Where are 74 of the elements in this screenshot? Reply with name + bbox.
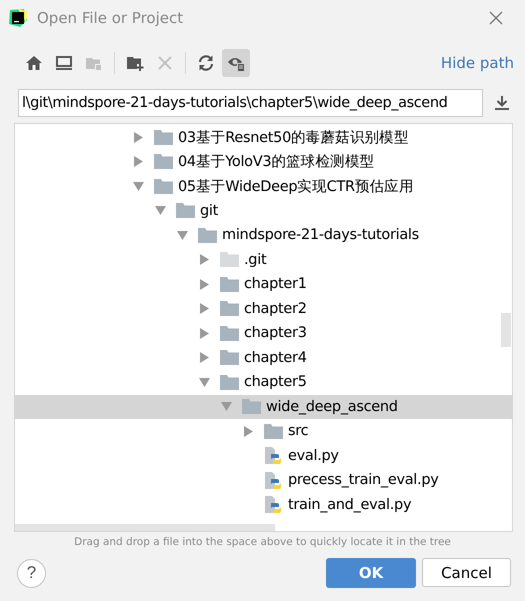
folder-icon <box>220 276 239 292</box>
folder-icon <box>176 203 195 218</box>
folder-icon <box>220 374 239 390</box>
tree-item-label: src <box>288 423 308 440</box>
collapsed-arrow-icon[interactable] <box>133 156 144 168</box>
help-button[interactable]: ? <box>17 558 46 588</box>
tree-item-label: train_and_eval.py <box>288 496 412 513</box>
folder-icon <box>242 399 261 414</box>
tree-item-label: 05基于WideDeep实现CTR预估应用 <box>178 178 414 196</box>
tree-item-label: mindspore-21-days-tutorials <box>222 227 419 244</box>
tree-item-label: chapter3 <box>244 325 307 342</box>
vertical-scrollbar[interactable] <box>501 313 511 347</box>
tree-item-label: 03基于Resnet50的毒蘑菇识别模型 <box>178 128 409 147</box>
folder-icon <box>220 301 239 316</box>
path-field[interactable]: l\git\mindspore-21-days-tutorials\chapter5\wide_deep_ascend <box>18 89 483 117</box>
expanded-arrow-icon[interactable] <box>199 376 210 388</box>
collapsed-arrow-icon[interactable] <box>133 132 144 143</box>
tree-item-label: chapter5 <box>244 374 307 390</box>
expanded-arrow-icon[interactable] <box>133 180 144 192</box>
python-file-icon <box>264 446 283 466</box>
tree-row[interactable]: eval.py <box>15 444 512 468</box>
tree-item-label: wide_deep_ascend <box>266 398 398 415</box>
collapsed-arrow-icon[interactable] <box>199 303 210 314</box>
tree-row[interactable]: wide_deep_ascend <box>15 394 512 419</box>
tree-row[interactable]: chapter5 <box>15 370 512 394</box>
tree-item-label: eval.py <box>288 448 339 464</box>
tree-row[interactable]: git <box>15 198 512 223</box>
download-icon[interactable] <box>495 95 509 111</box>
tree-item-label: 04基于YoloV3的篮球检测模型 <box>178 153 374 172</box>
tree-row[interactable]: 04基于YoloV3的篮球检测模型 <box>15 150 512 174</box>
horizontal-scrollbar[interactable] <box>15 524 275 531</box>
tree-row[interactable]: 05基于WideDeep实现CTR预估应用 <box>15 174 512 198</box>
close-icon[interactable] <box>489 11 503 25</box>
tree-row[interactable]: chapter4 <box>15 346 512 370</box>
hint-text: Drag and drop a file into the space above to quickly locate it in the tree <box>73 536 452 548</box>
expanded-arrow-icon[interactable] <box>221 401 232 412</box>
tree-item-label: git <box>200 202 218 219</box>
collapsed-arrow-icon[interactable] <box>199 278 210 290</box>
cancel-button[interactable]: Cancel <box>422 558 511 587</box>
folder-icon <box>154 154 173 170</box>
show-hidden-icon[interactable] <box>222 49 250 77</box>
tree-row[interactable]: chapter3 <box>15 321 512 346</box>
expanded-arrow-icon[interactable] <box>177 230 188 241</box>
window-title: Open File or Project <box>37 9 184 27</box>
tree-row[interactable]: .git <box>15 248 512 272</box>
collapsed-arrow-icon[interactable] <box>243 426 254 437</box>
collapsed-arrow-icon[interactable] <box>199 254 210 266</box>
expanded-arrow-icon[interactable] <box>155 205 166 216</box>
folder-icon <box>220 326 239 341</box>
tree-row[interactable]: src <box>15 419 512 444</box>
tree-row[interactable]: train_and_eval.py <box>15 492 512 517</box>
folder-icon <box>154 130 173 145</box>
folder-icon <box>264 424 283 439</box>
collapsed-arrow-icon[interactable] <box>199 328 210 339</box>
tree-row[interactable]: 03基于Resnet50的毒蘑菇识别模型 <box>15 125 512 150</box>
folder-icon <box>154 178 173 194</box>
tree-row[interactable]: precess_train_eval.py <box>15 468 512 492</box>
tree-row[interactable]: chapter2 <box>15 296 512 321</box>
collapsed-arrow-icon[interactable] <box>199 352 210 364</box>
tree-item-label: precess_train_eval.py <box>288 472 439 488</box>
tree-row[interactable]: chapter1 <box>15 272 512 296</box>
app-logo-icon <box>8 8 28 28</box>
ok-button[interactable]: OK <box>326 558 416 588</box>
python-file-icon <box>264 495 283 514</box>
python-file-icon <box>264 470 283 490</box>
tree-item-label: .git <box>244 252 266 268</box>
tree-item-label: chapter2 <box>244 300 307 317</box>
tree-item-label: chapter1 <box>244 276 307 292</box>
folder-icon <box>198 228 217 243</box>
tree-row[interactable]: mindspore-21-days-tutorials <box>15 223 512 248</box>
folder-icon <box>220 252 239 268</box>
tree-item-label: chapter4 <box>244 350 307 366</box>
hide-path-link[interactable]: Hide path <box>440 54 514 72</box>
folder-icon <box>220 350 239 366</box>
